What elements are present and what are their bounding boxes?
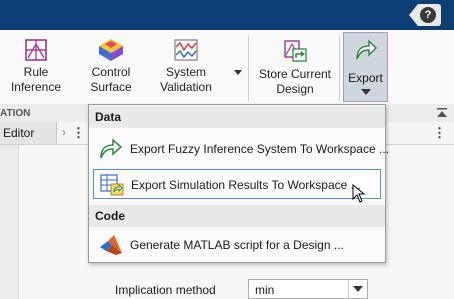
ribbon-separator: [248, 35, 249, 101]
menu-item-label: Export Simulation Results To Workspace .…: [131, 178, 361, 192]
export-table-icon: [100, 174, 124, 196]
control-surface-label: Control Surface: [90, 65, 132, 94]
rule-inference-button[interactable]: Rule Inference: [8, 38, 64, 95]
export-fis-menu-item[interactable]: Export Fuzzy Inference System To Workspa…: [93, 134, 389, 164]
tab-editor-label: Editor: [3, 126, 35, 140]
store-design-icon: [284, 40, 307, 62]
chevron-down-icon: [353, 286, 363, 292]
export-simulation-results-menu-item[interactable]: Export Simulation Results To Workspace .…: [93, 169, 381, 203]
title-bar: ?: [0, 0, 454, 30]
matlab-logo-icon: [100, 235, 122, 255]
left-panel: [0, 145, 19, 299]
store-current-design-button[interactable]: Store Current Design: [255, 38, 335, 97]
system-validation-label: System Validation: [160, 65, 212, 94]
implication-method-select[interactable]: min: [248, 279, 368, 299]
system-validation-icon: [174, 39, 198, 61]
help-button[interactable]: ?: [409, 4, 441, 26]
control-surface-button[interactable]: Control Surface: [82, 38, 140, 95]
more-options-icon[interactable]: ⋮: [72, 125, 85, 141]
menu-item-label: Export Fuzzy Inference System To Workspa…: [130, 142, 389, 156]
ribbon-separator: [339, 35, 340, 101]
section-label: ATION: [0, 108, 31, 119]
menu-section-header-code: Code: [89, 205, 385, 227]
gallery-expand-icon[interactable]: [232, 64, 244, 80]
rule-inference-icon: [25, 39, 47, 61]
menu-section-header-data: Data: [89, 106, 385, 128]
chevron-down-icon: [361, 89, 371, 95]
store-current-design-label: Store Current Design: [258, 67, 332, 96]
export-label: Export: [348, 71, 383, 85]
select-arrow: [348, 280, 367, 298]
system-validation-button[interactable]: System Validation: [155, 38, 217, 95]
collapse-toolstrip-icon[interactable]: [436, 108, 448, 118]
export-arrow-icon: [100, 138, 123, 159]
menu-item-label: Generate MATLAB script for a Design ...: [130, 238, 344, 252]
export-button[interactable]: Export: [343, 32, 388, 102]
more-options-icon[interactable]: ⋮: [433, 125, 446, 141]
generate-matlab-script-menu-item[interactable]: Generate MATLAB script for a Design ...: [93, 230, 381, 260]
export-menu: Data Export Fuzzy Inference System To Wo…: [88, 104, 389, 263]
help-icon: ?: [420, 7, 436, 23]
control-surface-icon: [99, 39, 123, 61]
implication-method-value: min: [255, 283, 275, 297]
mouse-cursor-icon: [352, 184, 366, 203]
implication-method-label: Implication method: [115, 283, 216, 297]
export-arrow-icon: [356, 39, 378, 60]
chevron-right-icon[interactable]: ›: [62, 125, 66, 139]
tab-editor[interactable]: Editor: [0, 122, 57, 144]
rule-inference-label: Rule Inference: [10, 65, 62, 94]
